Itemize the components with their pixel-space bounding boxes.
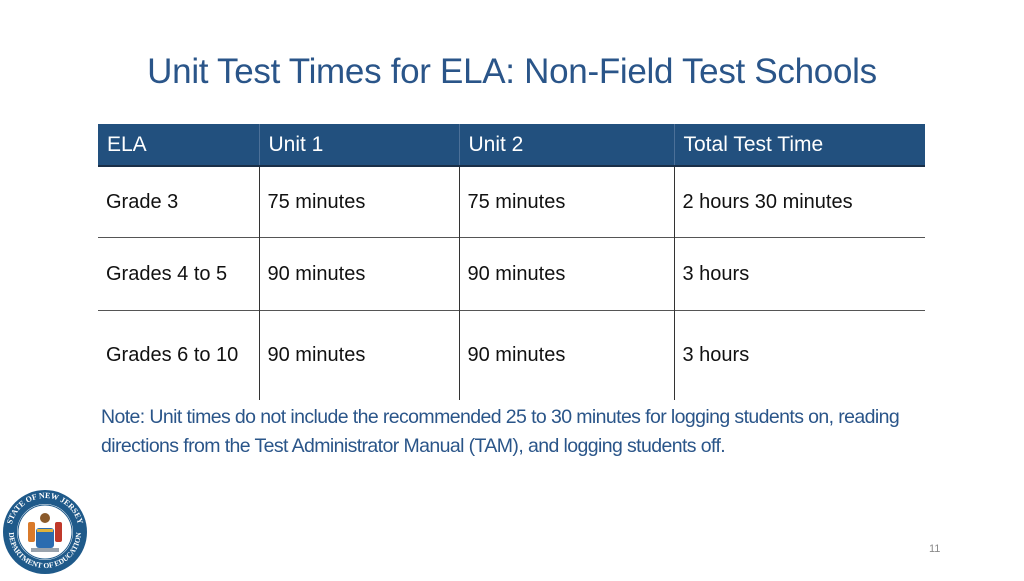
cell-grade: Grades 6 to 10: [98, 310, 259, 400]
cell-unit-2: 75 minutes: [458, 166, 674, 238]
unit-test-times-table: ELA Unit 1 Unit 2 Total Test Time Grade …: [98, 124, 925, 400]
nj-department-of-education-seal-icon: STATE OF NEW JERSEY DEPARTMENT OF EDUCAT…: [1, 488, 89, 576]
page-number: 11: [929, 543, 941, 555]
header-total-test-time: Total Test Time: [673, 124, 925, 167]
cell-unit-2: 90 minutes: [458, 237, 674, 311]
table-row: Grade 3 75 minutes 75 minutes 2 hours 30…: [98, 166, 925, 238]
cell-total: 3 hours: [673, 237, 925, 311]
header-ela: ELA: [98, 124, 259, 167]
cell-unit-1: 90 minutes: [258, 237, 459, 311]
header-unit-2: Unit 2: [458, 124, 674, 167]
cell-unit-1: 75 minutes: [258, 166, 459, 238]
table-row: Grades 6 to 10 90 minutes 90 minutes 3 h…: [98, 310, 925, 400]
cell-grade: Grades 4 to 5: [98, 237, 259, 311]
cell-grade: Grade 3: [106, 190, 179, 213]
table-header-row: ELA Unit 1 Unit 2 Total Test Time: [98, 124, 925, 167]
cell-total: 2 hours 30 minutes: [673, 166, 925, 238]
cell-total: 3 hours: [673, 310, 925, 400]
header-unit-1: Unit 1: [258, 124, 459, 167]
note-text: Note: Unit times do not include the reco…: [101, 406, 900, 457]
table-row: Grades 4 to 5 90 minutes 90 minutes 3 ho…: [98, 237, 925, 311]
slide-title: Unit Test Times for ELA: Non-Field Test …: [147, 52, 877, 91]
cell-unit-1: 90 minutes: [258, 310, 459, 400]
cell-unit-2: 90 minutes: [458, 310, 674, 400]
